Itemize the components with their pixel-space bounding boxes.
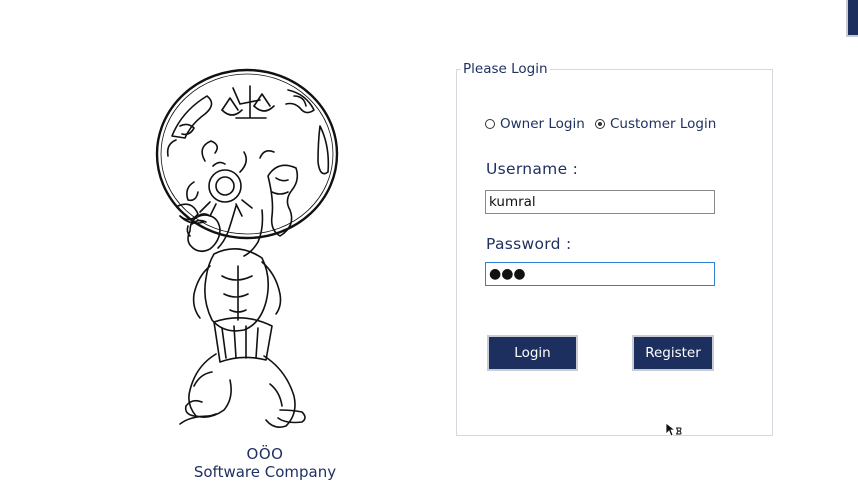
login-button[interactable]: Login (487, 335, 578, 371)
username-input[interactable] (485, 190, 715, 214)
company-logo (150, 66, 350, 436)
owner-login-label: Owner Login (500, 116, 585, 132)
atlas-holding-zodiac-globe-icon (155, 68, 339, 428)
radio-checked-icon[interactable] (595, 119, 605, 129)
register-button[interactable]: Register (632, 335, 714, 371)
login-groupbox-title: Please Login (461, 61, 550, 77)
username-label: Username : (486, 160, 579, 178)
owner-login-radio[interactable]: Owner Login (485, 116, 585, 132)
company-name: OÖO (246, 445, 284, 463)
password-label: Password : (486, 235, 572, 253)
customer-login-radio[interactable]: Customer Login (595, 116, 716, 132)
customer-login-label: Customer Login (610, 116, 717, 132)
window-corner-button[interactable] (846, 0, 858, 37)
company-tagline: Software Company (193, 463, 337, 481)
mouse-pointer-busy-icon (665, 422, 683, 438)
password-input[interactable]: ●●● (485, 262, 715, 286)
radio-unchecked-icon[interactable] (485, 119, 495, 129)
